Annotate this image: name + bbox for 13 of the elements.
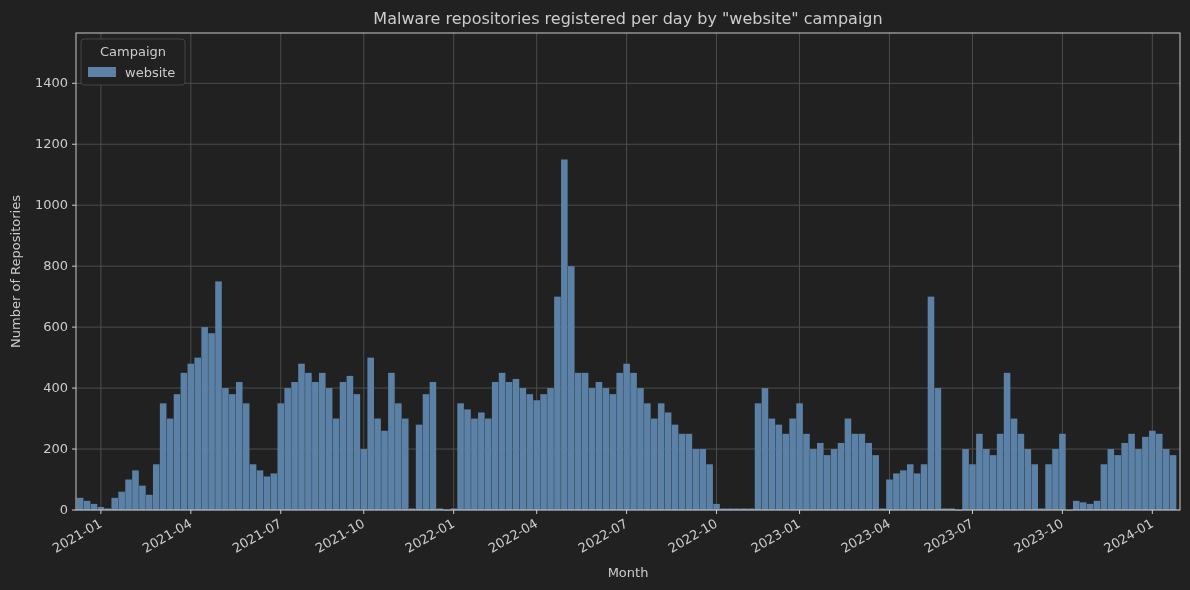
x-axis-label: Month <box>607 565 649 580</box>
y-tick-label: 200 <box>43 441 68 457</box>
y-tick-label: 1200 <box>34 136 68 152</box>
y-tick-label: 800 <box>43 258 68 274</box>
y-tick-label: 1000 <box>34 197 68 213</box>
y-tick-label: 0 <box>59 502 68 517</box>
y-tick-label: 600 <box>43 319 68 335</box>
legend-title: Campaign <box>100 44 166 59</box>
y-tick-label: 400 <box>43 380 68 396</box>
legend-label: website <box>125 65 176 80</box>
y-axis-label: Number of Repositories <box>8 195 23 348</box>
chart-title: Malware repositories registered per day by "website" campaign <box>373 9 883 28</box>
y-tick-label: 1400 <box>34 75 68 91</box>
